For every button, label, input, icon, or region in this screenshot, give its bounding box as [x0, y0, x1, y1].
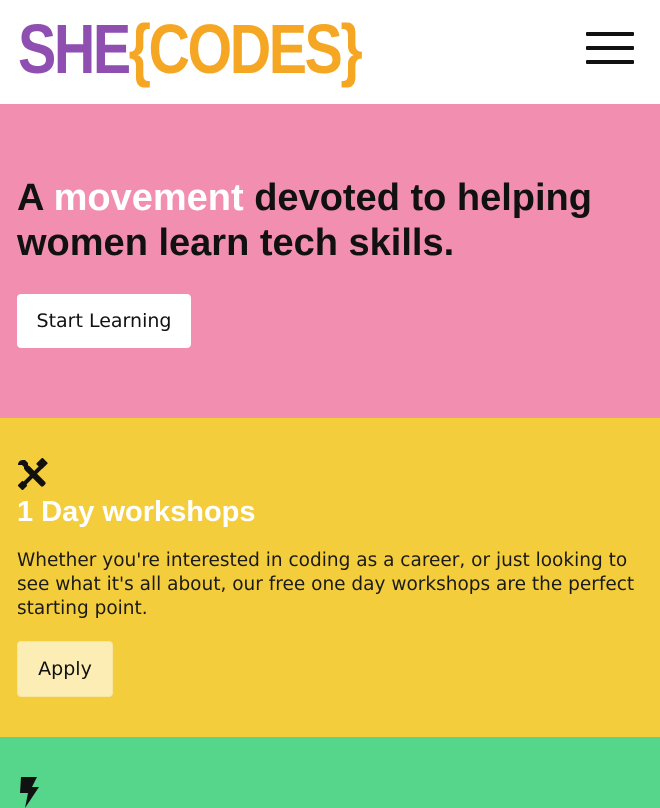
- workshops-description: Whether you're interested in coding as a…: [17, 550, 635, 619]
- hamburger-line: [586, 32, 634, 36]
- hero-title-highlight: movement: [53, 177, 244, 219]
- tools-icon: [17, 458, 48, 490]
- start-learning-button[interactable]: Start Learning: [17, 294, 191, 348]
- hamburger-line: [586, 60, 634, 64]
- logo-she-text: SHE: [18, 10, 131, 88]
- hamburger-menu-icon[interactable]: [586, 32, 634, 64]
- apply-button[interactable]: Apply: [17, 641, 113, 697]
- workshops-title: 1 Day workshops: [17, 496, 256, 528]
- logo-codes-text: {CODES}: [128, 10, 363, 88]
- shecodes-logo[interactable]: SHE {CODES}: [18, 10, 363, 88]
- next-feature-section: [0, 737, 660, 808]
- lightning-bolt-icon: [20, 777, 39, 808]
- hero-section: A movement devoted to helping women lear…: [0, 104, 660, 418]
- site-header: SHE {CODES}: [0, 0, 660, 104]
- hero-title-prefix: A: [17, 177, 54, 219]
- workshops-section: 1 Day workshops Whether you're intereste…: [0, 418, 660, 737]
- hamburger-line: [586, 46, 634, 50]
- hero-title: A movement devoted to helping women lear…: [17, 176, 643, 266]
